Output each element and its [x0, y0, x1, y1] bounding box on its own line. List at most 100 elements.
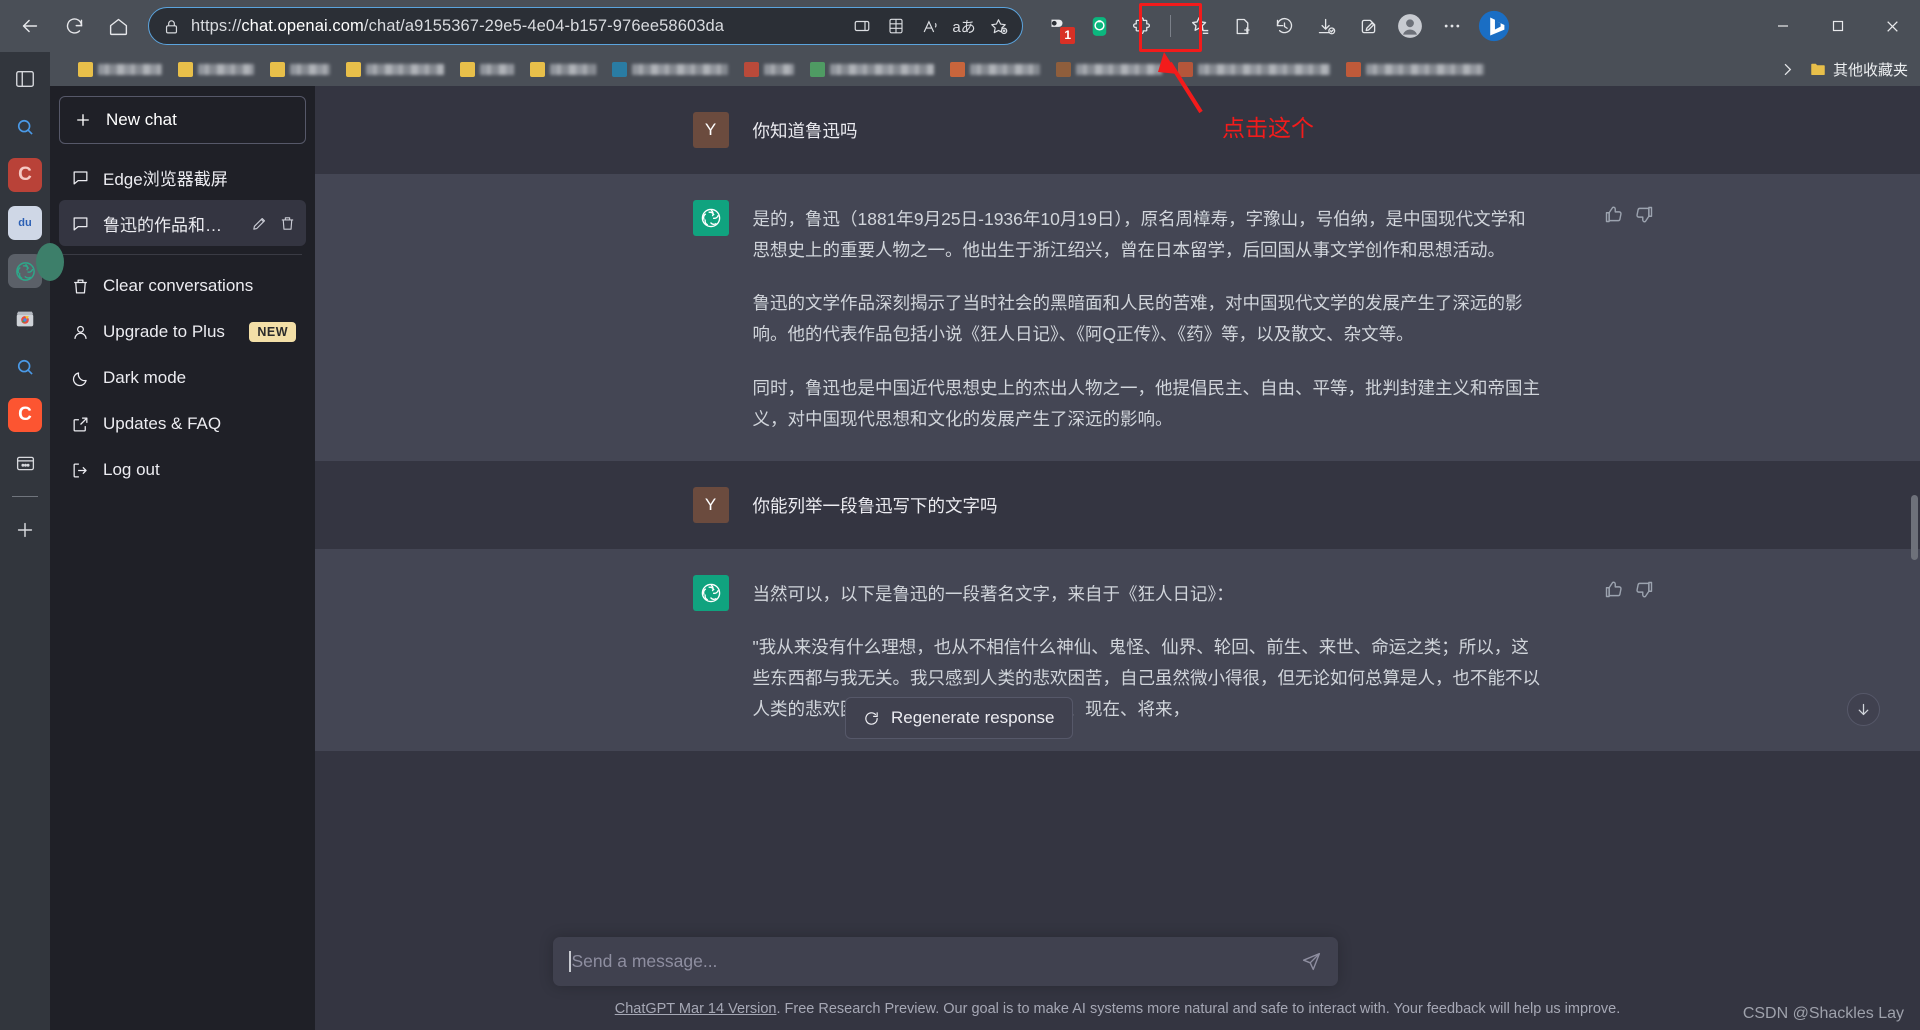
- bookmark-item[interactable]: [612, 61, 728, 77]
- downloads-icon[interactable]: [1306, 6, 1346, 46]
- bookmark-item[interactable]: [346, 61, 444, 77]
- address-bar[interactable]: https://chat.openai.com/chat/a9155367-29…: [148, 7, 1023, 45]
- sidebar-item-label: Upgrade to Plus: [103, 322, 225, 341]
- text-caret: [569, 951, 571, 972]
- csdn-icon[interactable]: C: [8, 158, 42, 192]
- person-icon: [71, 323, 90, 342]
- sidebar-item-label: Dark mode: [103, 368, 187, 387]
- home-icon[interactable]: [98, 6, 138, 46]
- trash-icon[interactable]: [279, 215, 296, 232]
- plus-icon: [74, 111, 92, 129]
- csdn2-icon[interactable]: C: [8, 398, 42, 432]
- version-link[interactable]: ChatGPT Mar 14 Version: [615, 1001, 777, 1017]
- chevron-right-icon[interactable]: [1775, 61, 1801, 78]
- history-icon[interactable]: [1264, 6, 1304, 46]
- browser-essentials-icon[interactable]: 1: [1037, 6, 1077, 46]
- bookmark-item[interactable]: [1346, 61, 1484, 77]
- message-feedback-actions: [1603, 204, 1655, 225]
- message-paragraph: 你能列举一段鲁迅写下的文字吗: [752, 495, 998, 516]
- collections-icon[interactable]: [1222, 6, 1262, 46]
- profile-avatar-icon[interactable]: [1390, 6, 1430, 46]
- browser-toolbar-icons: 1: [1037, 6, 1514, 46]
- collections-grid-icon[interactable]: [880, 10, 912, 42]
- message-input-wrapper[interactable]: Send a message...: [553, 937, 1338, 986]
- bookmark-item[interactable]: [270, 61, 330, 77]
- folder-icon: [460, 61, 475, 77]
- bookmark-item[interactable]: [460, 61, 514, 77]
- toolbar-divider: [1170, 15, 1171, 37]
- screenshot-capture-icon[interactable]: [1079, 6, 1119, 46]
- external-link-icon: [71, 415, 90, 434]
- scroll-to-bottom-button[interactable]: [1847, 693, 1880, 726]
- sidebar-menu: Clear conversations Upgrade to Plus NEW …: [59, 263, 306, 493]
- bookmarks-other-folder[interactable]: 其他收藏夹: [1809, 59, 1908, 80]
- pencil-icon[interactable]: [251, 215, 268, 232]
- edit-capture-icon[interactable]: [1348, 6, 1388, 46]
- add-tab-icon[interactable]: [8, 513, 42, 547]
- add-favorite-icon[interactable]: [982, 10, 1014, 42]
- decorative-green-blob: [36, 243, 64, 281]
- maximize-icon[interactable]: [1810, 2, 1865, 50]
- conversation-title: Edge浏览器截屏: [103, 169, 228, 189]
- new-chat-button[interactable]: New chat: [59, 96, 306, 144]
- bing-copilot-icon[interactable]: [1474, 6, 1514, 46]
- site-icon: [1056, 61, 1071, 77]
- regenerate-response-button[interactable]: Regenerate response: [845, 697, 1073, 739]
- thumbs-down-icon[interactable]: [1634, 579, 1655, 600]
- window-controls: [1755, 2, 1920, 50]
- sidebar-item-log-out[interactable]: Log out: [59, 447, 306, 493]
- conversation-item-luxun[interactable]: 鲁迅的作品和思想: [59, 200, 306, 246]
- favorites-icon[interactable]: [1180, 6, 1220, 46]
- site-icon: [810, 61, 825, 77]
- thumbs-up-icon[interactable]: [1603, 579, 1624, 600]
- tab-actions-icon[interactable]: [8, 62, 42, 96]
- lock-icon: [163, 18, 180, 35]
- refresh-icon: [863, 710, 880, 727]
- search2-icon[interactable]: [8, 350, 42, 384]
- bookmarks-bar: 其他收藏夹: [0, 52, 1920, 86]
- back-arrow-icon[interactable]: [10, 6, 50, 46]
- conversation-title: 鲁迅的作品和思想: [103, 215, 238, 235]
- minimize-icon[interactable]: [1755, 2, 1810, 50]
- site-icon: [612, 61, 627, 77]
- chat-message-assistant: 当然可以，以下是鲁迅的一段著名文字，来自于《狂人日记》： "我从来没有什么理想，…: [315, 548, 1920, 752]
- send-icon[interactable]: [1301, 951, 1322, 972]
- folder-icon: [530, 61, 545, 77]
- footer-disclaimer: ChatGPT Mar 14 Version. Free Research Pr…: [315, 1001, 1920, 1017]
- extensions-puzzle-icon[interactable]: [1121, 6, 1161, 46]
- search-icon[interactable]: [8, 110, 42, 144]
- translate-icon[interactable]: aあ: [948, 10, 980, 42]
- bookmark-item[interactable]: [178, 61, 254, 77]
- bookmark-item[interactable]: [744, 61, 794, 77]
- conversation-item-edge[interactable]: Edge浏览器截屏: [59, 154, 306, 200]
- page-scrollbar-thumb[interactable]: [1911, 495, 1918, 560]
- folder-icon: [346, 61, 361, 77]
- chrome-store-icon[interactable]: [8, 302, 42, 336]
- reload-icon[interactable]: [54, 6, 94, 46]
- message-body: 你知道鲁迅吗: [753, 112, 1543, 148]
- read-aloud-icon[interactable]: [914, 10, 946, 42]
- bookmark-item[interactable]: [950, 61, 1040, 77]
- message-body: 你能列举一段鲁迅写下的文字吗: [753, 487, 1543, 523]
- more-options-icon[interactable]: [1432, 6, 1472, 46]
- split-screen-icon[interactable]: [846, 10, 878, 42]
- baidu-icon[interactable]: du: [8, 206, 42, 240]
- sidebar-item-upgrade-to-plus[interactable]: Upgrade to Plus NEW: [59, 309, 306, 355]
- message-input-placeholder[interactable]: Send a message...: [572, 951, 1302, 972]
- sidebar-item-clear-conversations[interactable]: Clear conversations: [59, 263, 306, 309]
- chatgpt-sidebar: New chat Edge浏览器截屏 鲁迅的作品和思想 Clear conver…: [50, 86, 315, 1030]
- archive-icon[interactable]: [8, 446, 42, 480]
- sidebar-item-updates-faq[interactable]: Updates & FAQ: [59, 401, 306, 447]
- navigation-buttons: [0, 6, 138, 46]
- chat-message-list: Y 你知道鲁迅吗 是的，鲁迅（1881年9月25日-1936年10月19日），原…: [315, 86, 1920, 1030]
- bookmark-item[interactable]: [530, 61, 596, 77]
- thumbs-up-icon[interactable]: [1603, 204, 1624, 225]
- bookmark-item[interactable]: [78, 61, 162, 77]
- sidebar-item-dark-mode[interactable]: Dark mode: [59, 355, 306, 401]
- thumbs-down-icon[interactable]: [1634, 204, 1655, 225]
- watermark: CSDN @Shackles Lay: [1742, 1005, 1904, 1022]
- bookmark-item[interactable]: [1178, 61, 1330, 77]
- bookmark-item[interactable]: [1056, 61, 1162, 77]
- close-icon[interactable]: [1865, 2, 1920, 50]
- bookmark-item[interactable]: [810, 61, 934, 77]
